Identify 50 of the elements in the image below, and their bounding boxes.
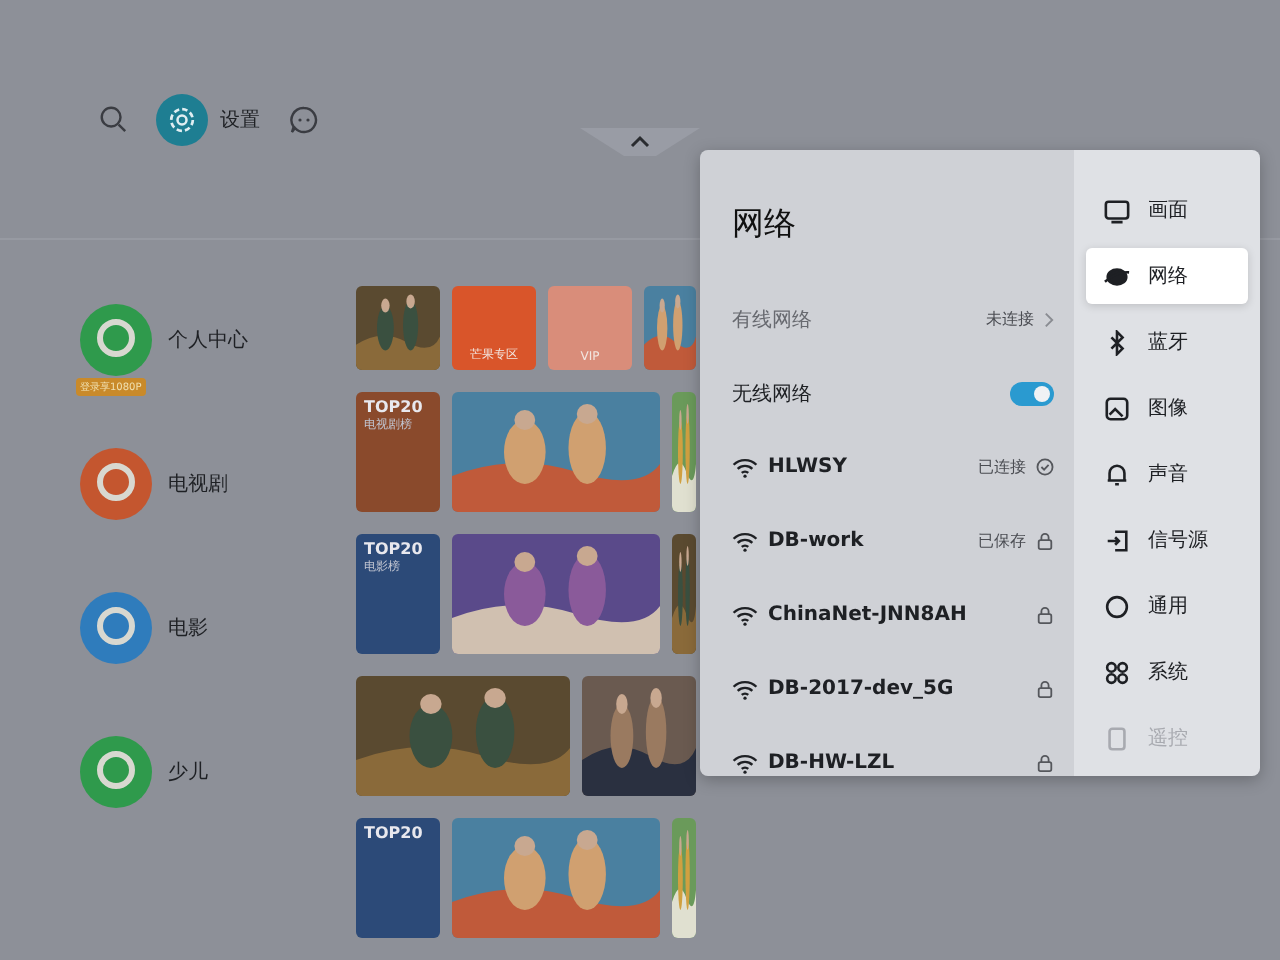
settings-menu-item[interactable]: 图像 bbox=[1086, 380, 1248, 436]
search-icon[interactable] bbox=[98, 104, 128, 134]
bell-icon bbox=[1104, 461, 1130, 487]
image-icon bbox=[1104, 395, 1130, 421]
network-name[interactable]: HLWSY bbox=[768, 456, 968, 478]
category-icon[interactable] bbox=[80, 735, 152, 807]
panel-title: 网络 bbox=[732, 204, 798, 246]
category-label[interactable]: 电视剧 bbox=[168, 469, 228, 497]
settings-button[interactable] bbox=[156, 93, 208, 145]
wired-network-label[interactable]: 有线网络 bbox=[732, 305, 976, 333]
ranking-tile[interactable]: TOP20 bbox=[356, 818, 440, 938]
ranking-title: TOP20 bbox=[364, 824, 425, 842]
collapse-tab-icon[interactable] bbox=[580, 128, 700, 156]
settings-menu-item[interactable]: 通用 bbox=[1086, 578, 1248, 634]
settings-menu-item[interactable]: 网络 bbox=[1086, 248, 1248, 304]
network-name[interactable]: ChinaNet-JNN8AH bbox=[768, 604, 1026, 626]
settings-menu-item[interactable]: 系统 bbox=[1086, 644, 1248, 700]
wifi-icon bbox=[732, 457, 758, 477]
network-name[interactable]: DB-work bbox=[768, 530, 968, 552]
network-status: 已连接 bbox=[978, 456, 1026, 478]
circle-icon bbox=[1104, 593, 1130, 619]
category-icon[interactable] bbox=[80, 447, 152, 519]
category-label[interactable]: 电影 bbox=[168, 613, 208, 641]
grid-icon bbox=[1104, 659, 1130, 685]
wifi-icon bbox=[732, 531, 758, 551]
wifi-icon bbox=[732, 605, 758, 625]
wireless-toggle[interactable] bbox=[1010, 381, 1054, 405]
category-label[interactable]: 个人中心 bbox=[168, 325, 248, 353]
wifi-icon bbox=[732, 679, 758, 699]
ranking-title: TOP20 bbox=[364, 398, 425, 416]
wireless-network-label: 无线网络 bbox=[732, 381, 814, 407]
ranking-title: TOP20 bbox=[364, 540, 425, 558]
category-icon[interactable] bbox=[80, 591, 152, 663]
settings-menu-item[interactable]: 画面 bbox=[1086, 182, 1248, 238]
monitor-icon bbox=[1104, 197, 1130, 223]
settings-menu-item[interactable]: 蓝牙 bbox=[1086, 314, 1248, 370]
settings-menu-item[interactable]: 信号源 bbox=[1086, 512, 1248, 568]
settings-label: 设置 bbox=[220, 107, 260, 133]
remote-icon bbox=[1104, 725, 1130, 751]
network-name[interactable]: DB-2017-dev_5G bbox=[768, 678, 1026, 700]
settings-menu-item[interactable]: 声音 bbox=[1086, 446, 1248, 502]
message-icon[interactable] bbox=[288, 103, 320, 135]
network-status: 已保存 bbox=[978, 530, 1026, 552]
category-icon[interactable] bbox=[80, 303, 152, 375]
network-name[interactable]: DB-HW-LZL bbox=[768, 752, 1026, 774]
wired-status[interactable]: 未连接 bbox=[986, 308, 1034, 330]
input-icon bbox=[1104, 527, 1130, 553]
category-label[interactable]: 少儿 bbox=[168, 757, 208, 785]
chevron-right-icon bbox=[1044, 311, 1054, 327]
wifi-icon bbox=[732, 753, 758, 773]
